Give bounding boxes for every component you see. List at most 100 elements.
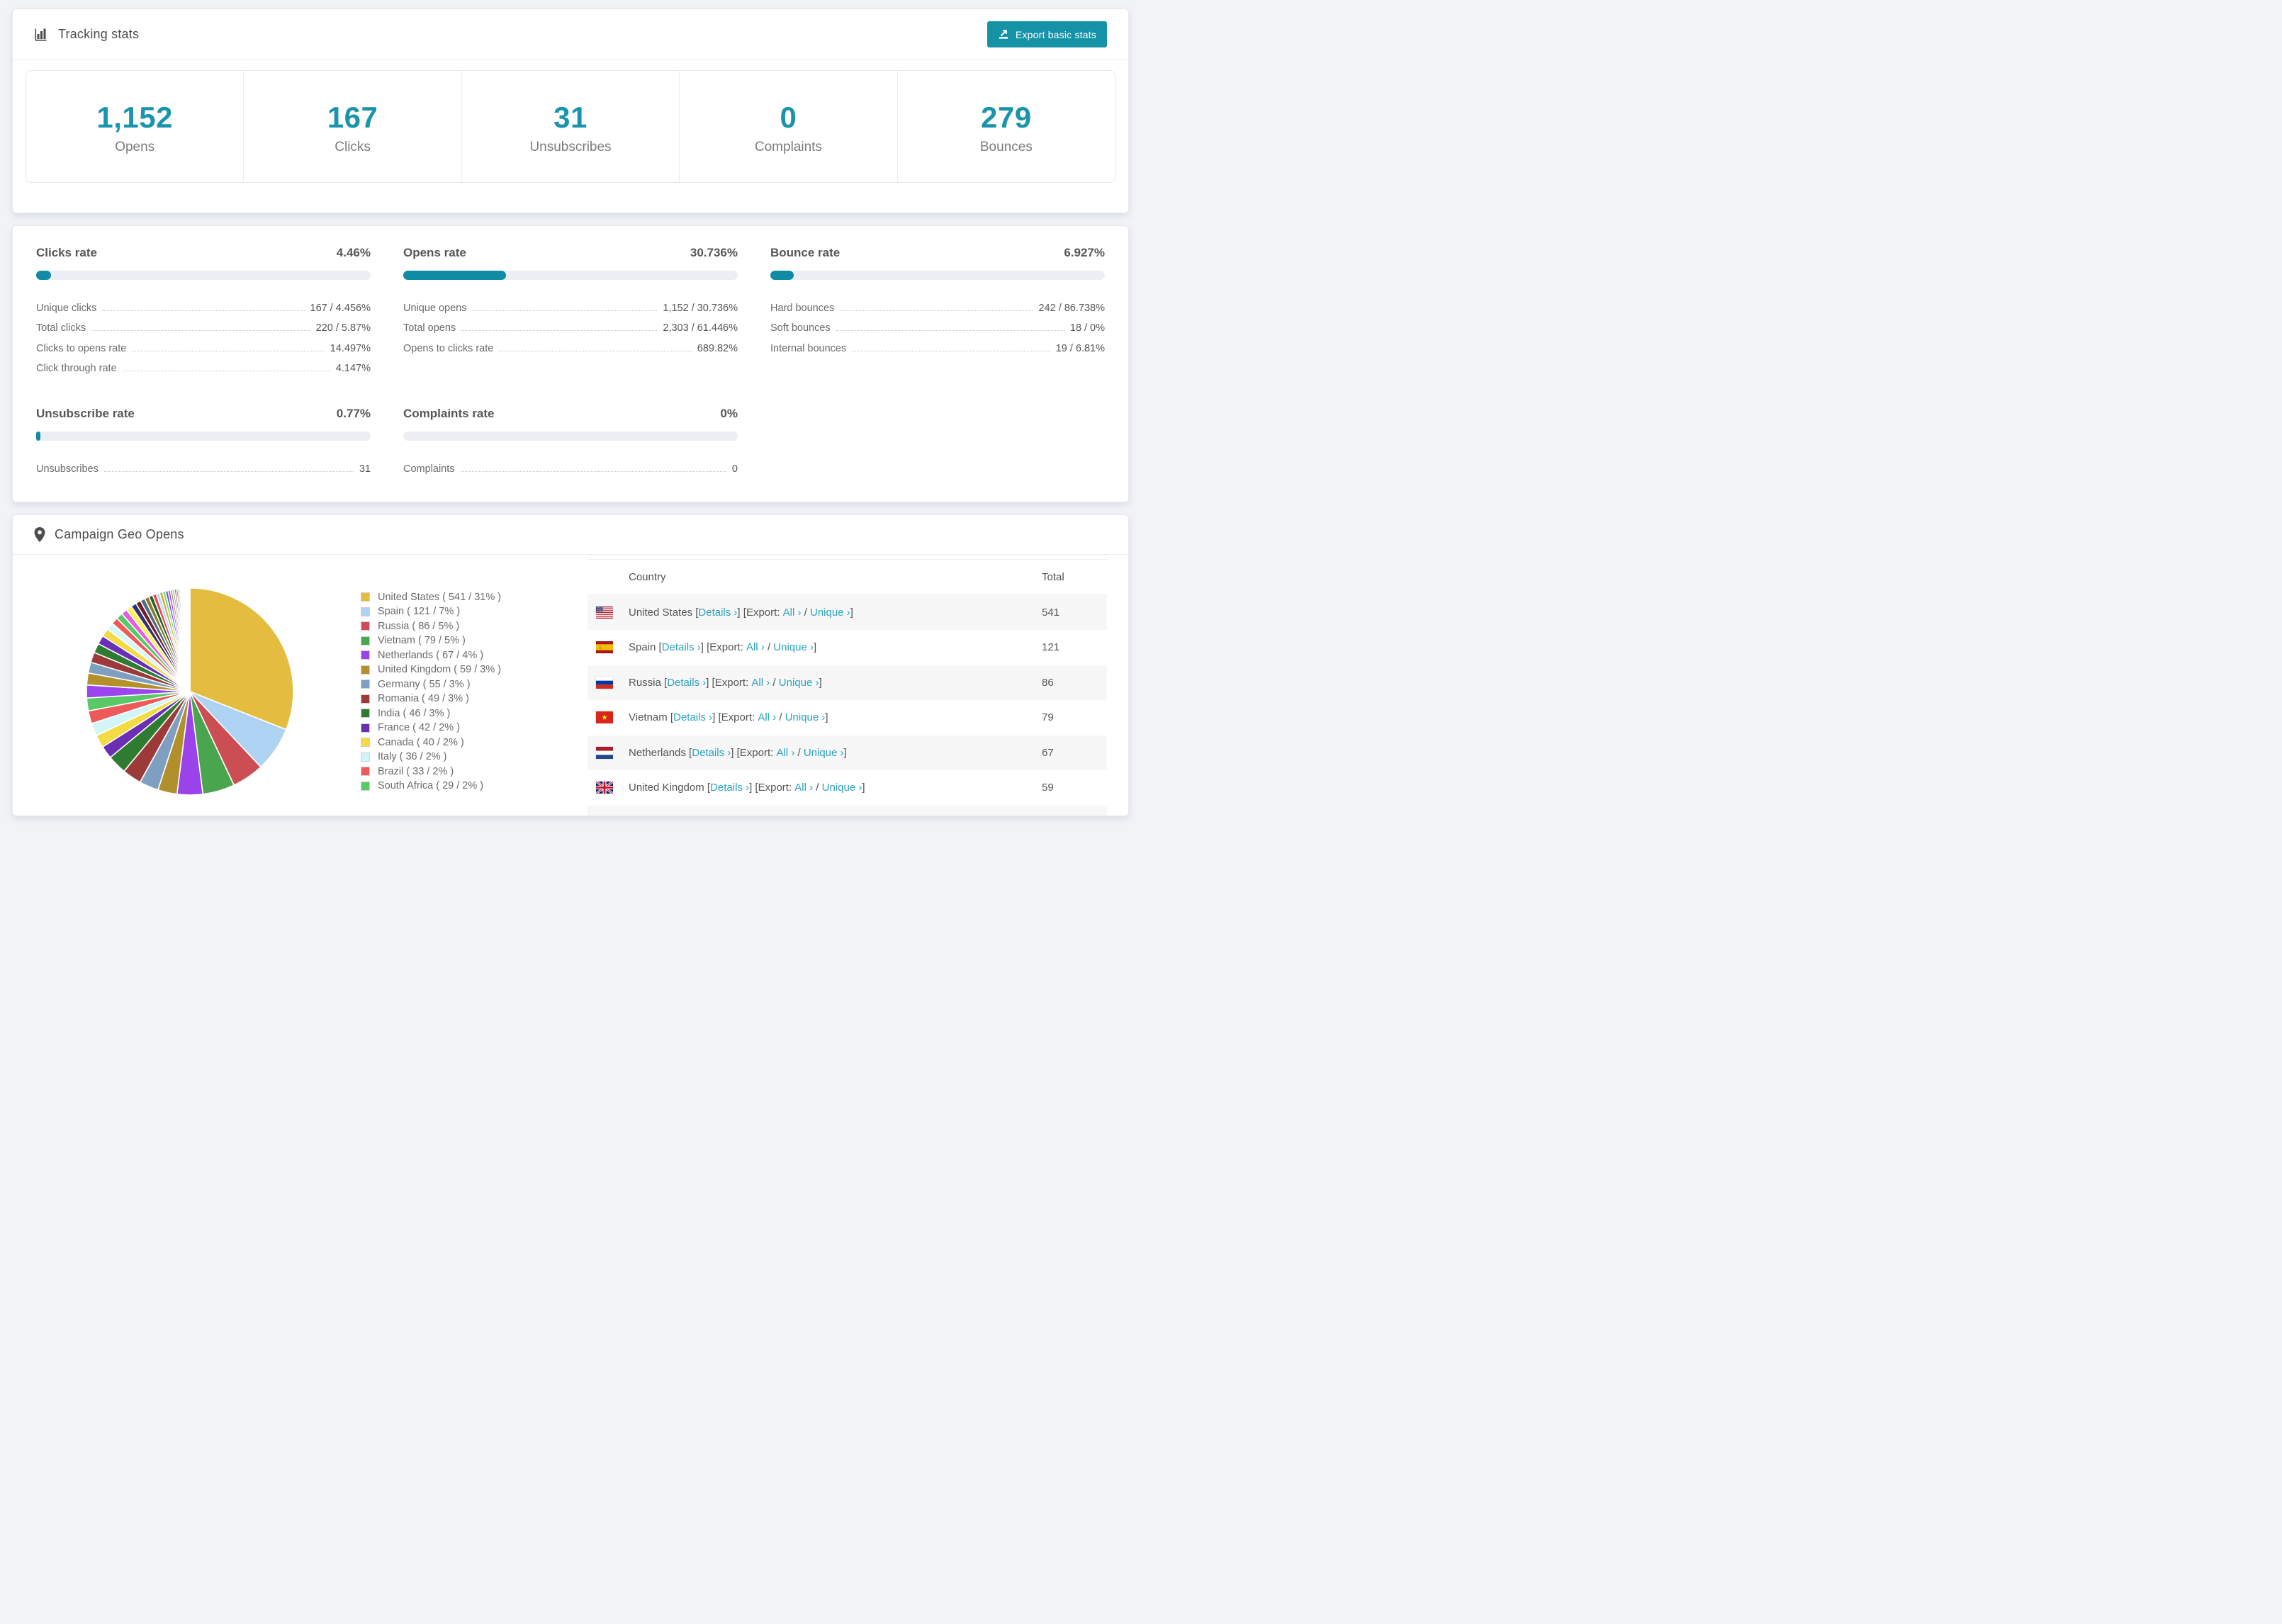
export-unique-link[interactable]: Unique › [804,747,844,759]
stat-complaints: 0 Complaints [679,71,896,182]
export-prefix-label: Export: [758,782,795,794]
metric-label: Soft bounces [770,322,831,334]
map-pin-icon [34,526,45,542]
legend-label: India ( 46 / 3% ) [378,707,451,719]
legend-item-netherlands: Netherlands ( 67 / 4% ) [361,648,553,663]
export-prefix-label: Export: [746,606,783,619]
rate-metric: Internal bounces 19 / 6.81% [770,334,1105,354]
metric-label: Opens to clicks rate [403,342,494,354]
rate-title: Bounce rate [770,246,841,259]
rate-metric: Total clicks 220 / 5.87% [36,314,371,334]
dotted-leader [102,310,305,311]
legend-swatch [361,680,370,689]
table-row-united-states: United States [Details ›] [Export: All ›… [588,594,1107,630]
tracking-stats-card: Tracking stats Export basic stats 1,152 O… [12,9,1129,213]
rates-grid: Clicks rate 4.46% Unique clicks 167 / 4.456… [36,246,1105,475]
stat-value: 31 [553,101,588,134]
bar-chart-icon [34,27,49,42]
gb-flag-icon [596,782,613,794]
rate-title: Clicks rate [36,246,97,259]
legend-swatch [361,709,370,718]
legend-swatch [361,781,370,791]
legend-item-united-states: United States ( 541 / 31% ) [361,590,553,605]
export-all-link[interactable]: All › [746,641,765,653]
metric-label: Hard bounces [770,302,835,314]
geo-pie-chart [82,583,298,803]
legend-item-canada: Canada ( 40 / 2% ) [361,735,553,750]
vn-flag-icon [596,711,613,724]
rate-block-unsubscribe-rate: Unsubscribe rate 0.77% Unsubscribes 31 [36,407,371,475]
legend-swatch [361,738,370,748]
tracking-stats-title-text: Tracking stats [58,27,140,41]
metric-value: 31 [359,463,371,475]
rate-value: 30.736% [690,246,738,259]
details-link[interactable]: Details › [667,677,706,689]
progress-fill [36,271,52,280]
dotted-leader [103,470,354,472]
metric-value: 0 [731,463,738,475]
details-link[interactable]: Details › [698,607,737,619]
export-all-link[interactable]: All › [758,711,776,723]
legend-label: Brazil ( 33 / 2% ) [378,765,454,777]
export-unique-link[interactable]: Unique › [779,677,819,689]
legend-item-vietnam: Vietnam ( 79 / 5% ) [361,633,553,648]
metric-label: Unique opens [403,302,467,314]
table-row-russia: Russia [Details ›] [Export: All › / Uniq… [588,665,1107,700]
legend-label: Italy ( 36 / 2% ) [378,751,447,763]
export-prefix-label: Export: [739,746,777,759]
details-link[interactable]: Details › [662,641,701,653]
details-link[interactable]: Details › [710,782,749,794]
export-unique-link[interactable]: Unique › [785,711,826,723]
dotted-leader [840,310,1033,311]
legend-swatch [361,752,370,762]
rate-metric: Total opens 2,303 / 61.446% [403,314,738,334]
country-name: United States [629,606,693,619]
details-link[interactable]: Details › [673,711,712,723]
export-all-link[interactable]: All › [776,747,794,759]
legend-swatch [361,723,370,733]
legend-label: Russia ( 86 / 5% ) [378,620,460,632]
metric-value: 689.82% [697,342,738,354]
metric-label: Clicks to opens rate [36,342,127,354]
rate-value: 0% [720,407,738,420]
stat-label: Unsubscribes [529,140,612,154]
rate-metric: Hard bounces 242 / 86.738% [770,293,1105,314]
rate-metric: Unique opens 1,152 / 30.736% [403,293,738,314]
rate-block-clicks-rate: Clicks rate 4.46% Unique clicks 167 / 4.456… [36,246,371,374]
legend-label: Vietnam ( 79 / 5% ) [378,635,466,647]
legend-swatch [361,621,370,631]
geo-card-body: United States ( 541 / 31% ) Spain ( 121 /… [13,555,1128,816]
export-unique-link[interactable]: Unique › [822,782,862,794]
details-link[interactable]: Details › [692,747,731,759]
legend-item-brazil: Brazil ( 33 / 2% ) [361,765,553,779]
geo-legend: United States ( 541 / 31% ) Spain ( 121 /… [361,590,553,794]
export-unique-link[interactable]: Unique › [773,641,814,653]
geo-card-title: Campaign Geo Opens [34,526,184,542]
geo-pie-svg [86,587,294,796]
legend-label: France ( 42 / 2% ) [378,722,461,734]
nl-flag-icon [596,746,613,759]
table-row-united-kingdom: United Kingdom [Details ›] [Export: All … [588,770,1107,806]
progress-bar [36,271,371,280]
progress-fill [770,271,794,280]
export-basic-stats-button[interactable]: Export basic stats [987,21,1107,47]
metric-value: 2,303 / 61.446% [663,322,738,334]
rate-title: Unsubscribe rate [36,407,135,420]
column-header-total: Total [1042,570,1064,583]
metric-value: 220 / 5.87% [315,322,371,334]
tracking-stats-header: Tracking stats Export basic stats [13,9,1128,60]
export-all-link[interactable]: All › [751,677,770,689]
export-all-link[interactable]: All › [794,782,813,794]
legend-label: United States ( 541 / 31% ) [378,591,502,603]
metric-label: Complaints [403,463,455,475]
legend-label: Spain ( 121 / 7% ) [378,606,461,618]
legend-item-united-kingdom: United Kingdom ( 59 / 3% ) [361,662,553,677]
export-prefix-label: Export: [714,676,752,689]
rate-block-bounce-rate: Bounce rate 6.927% Hard bounces 242 / 86.73… [770,246,1105,374]
export-unique-link[interactable]: Unique › [810,607,850,619]
dashboard-page: Tracking stats Export basic stats 1,152 O… [0,0,1141,825]
legend-item-romania: Romania ( 49 / 3% ) [361,692,553,706]
rate-metric: Clicks to opens rate 14.497% [36,334,371,354]
export-all-link[interactable]: All › [783,607,802,619]
legend-item-france: France ( 42 / 2% ) [361,721,553,735]
